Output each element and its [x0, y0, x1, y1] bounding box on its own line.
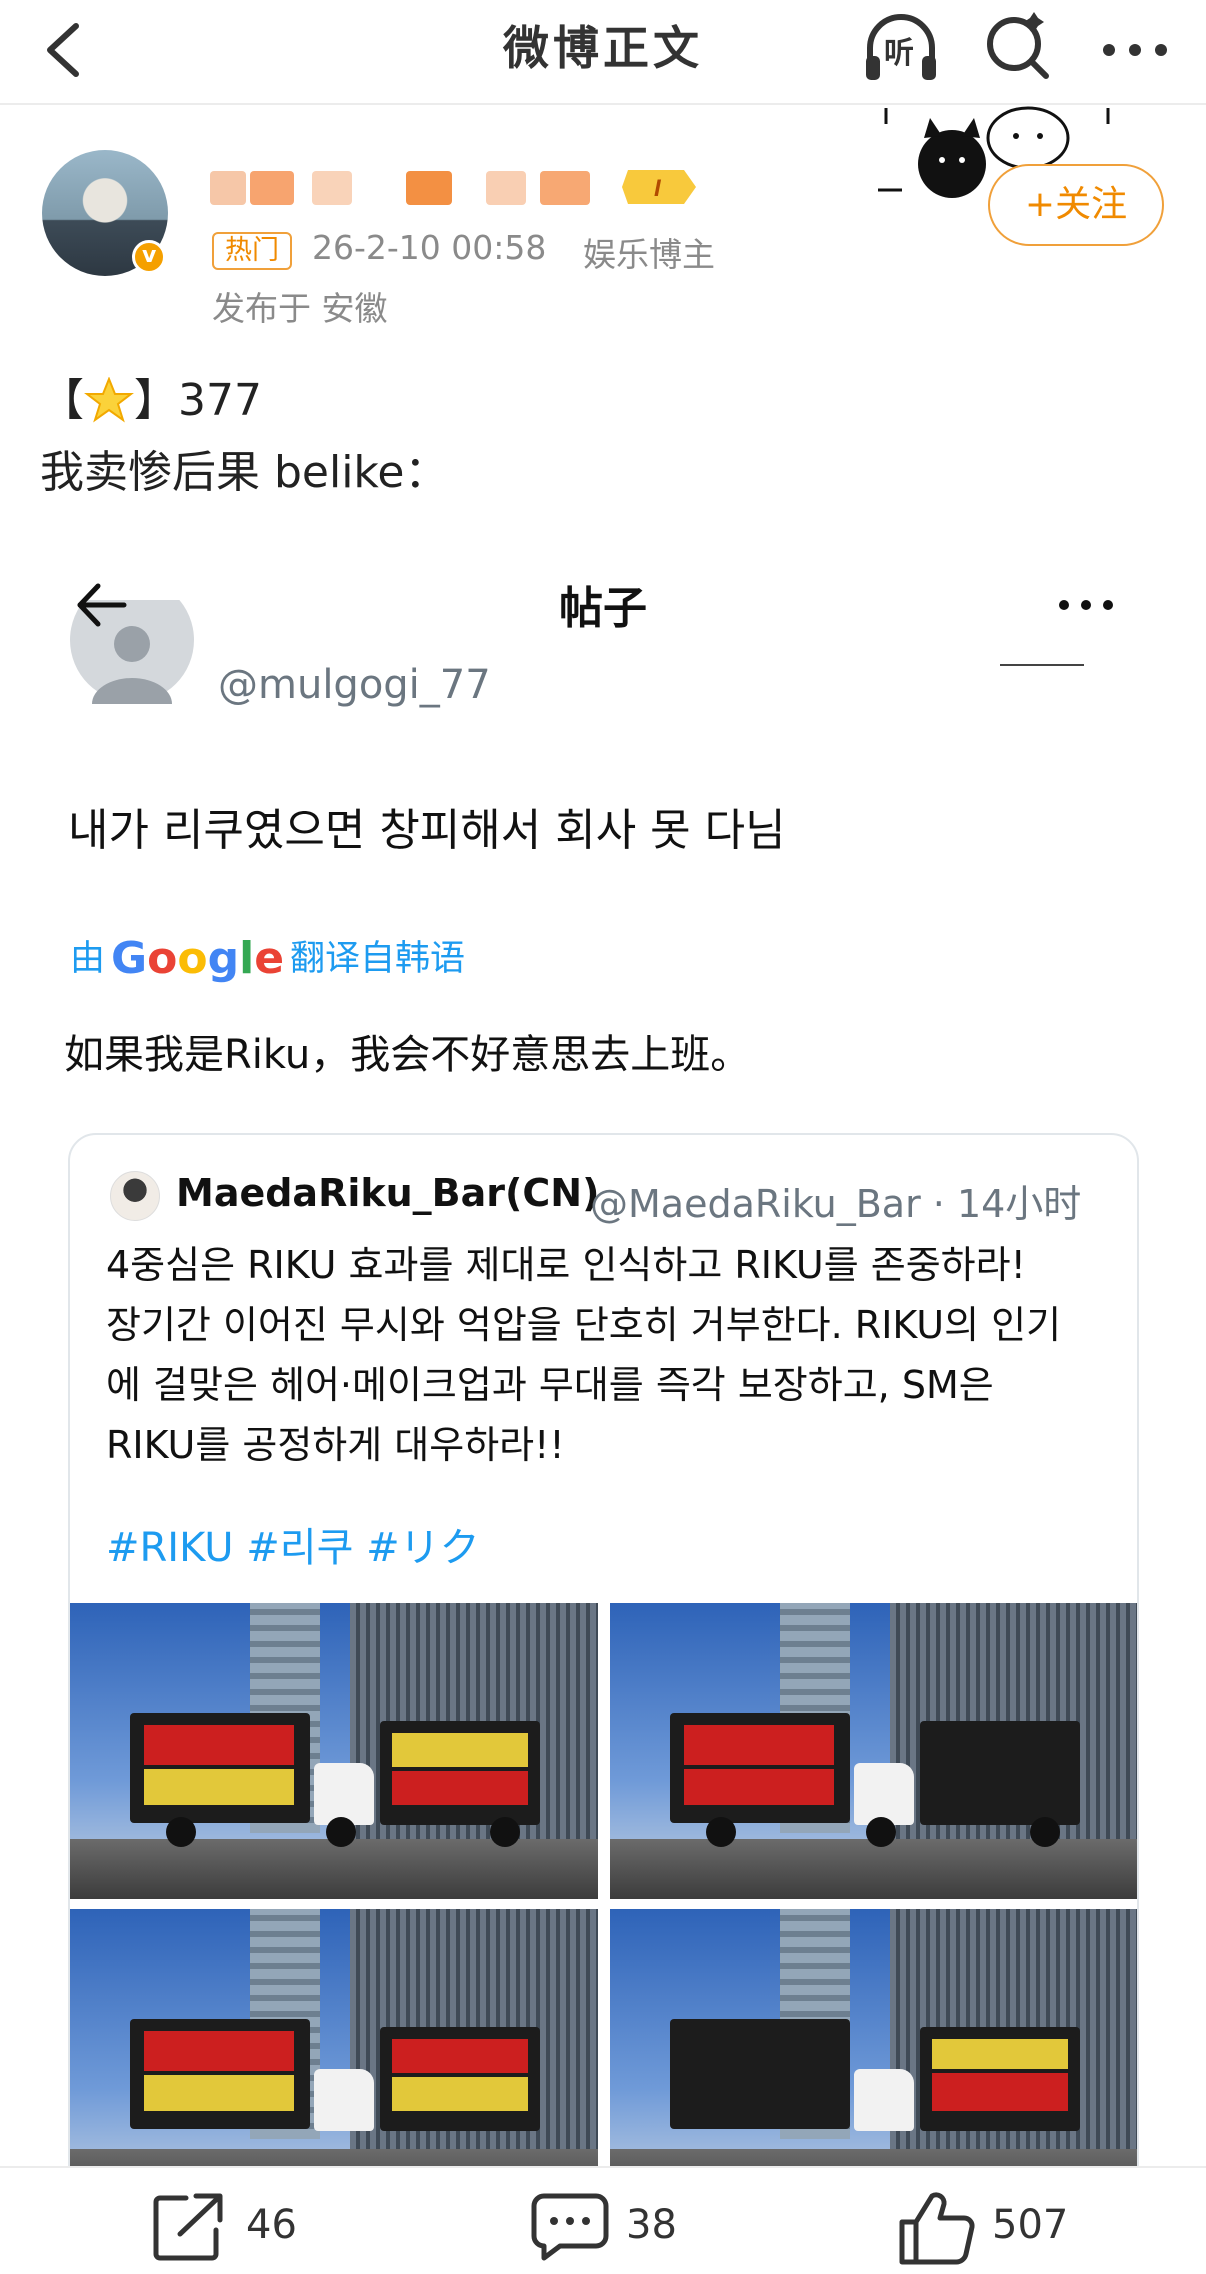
- ad-truck-photo: [70, 1909, 598, 2209]
- quoted-line: RIKU를 공정하게 대우하라!!: [106, 1423, 565, 1467]
- quoted-user-name: MaedaRiku_Bar(CN): [176, 1171, 600, 1215]
- embedded-translation: 如果我是Riku，我会不好意思去上班。: [64, 1032, 751, 1078]
- comment-button[interactable]: 38: [530, 2186, 730, 2266]
- ad-truck-photo: [610, 1909, 1137, 2209]
- quoted-hashtags: #RIKU #리쿠 #リク: [106, 1525, 480, 1571]
- search-icon[interactable]: [978, 8, 1058, 88]
- embedded-user-handle: @mulgogi_77: [218, 662, 491, 708]
- ad-truck-photo: [610, 1603, 1137, 1899]
- comment-icon: [531, 2193, 609, 2261]
- more-options-icon[interactable]: [1095, 10, 1175, 90]
- verified-badge-icon: v: [132, 240, 166, 274]
- translate-prefix: 由: [70, 939, 106, 979]
- quoted-post-card: MaedaRiku_Bar(CN) @MaedaRiku_Bar · 14小时 …: [68, 1133, 1139, 2274]
- embedded-nav-title: 帖子: [559, 583, 647, 634]
- embedded-divider: [1000, 664, 1084, 666]
- post-number: 】377: [134, 375, 262, 426]
- post-text-line1: 【】377: [40, 364, 262, 428]
- quoted-user-avatar: [110, 1171, 160, 1221]
- translate-suffix: 翻译自韩语: [290, 939, 466, 979]
- comment-count: 38: [626, 2202, 677, 2248]
- quoted-line: 4중심은 RIKU 효과를 제대로 인식하고 RIKU를 존중하라!: [106, 1243, 1026, 1287]
- post-timestamp: 26-2-10 00:58: [312, 228, 547, 267]
- repost-button[interactable]: 46: [150, 2186, 350, 2266]
- embedded-more-icon: [1050, 575, 1122, 635]
- top-nav-bar: 微博正文 听: [0, 0, 1206, 105]
- ad-truck-photo: [70, 1603, 598, 1899]
- quoted-post-text: 4중심은 RIKU 효과를 제대로 인식하고 RIKU를 존중하라! 장기간 이…: [106, 1235, 1116, 1475]
- author-role: 娱乐博主: [583, 235, 715, 274]
- follow-button[interactable]: +关注: [988, 164, 1164, 246]
- translation-attribution: 由 Google 翻译自韩语: [70, 930, 465, 984]
- quoted-user-handle: @MaedaRiku_Bar · 14小时: [590, 1182, 1082, 1226]
- hot-tag: 热门: [212, 232, 292, 270]
- like-button[interactable]: 507: [896, 2186, 1116, 2266]
- listen-headphones-icon[interactable]: 听: [860, 8, 942, 90]
- post-location: 发布于 安徽: [212, 289, 388, 328]
- embedded-korean-text: 내가 리쿠였으면 창피해서 회사 못 다님: [68, 805, 786, 856]
- repost-icon: [153, 2193, 223, 2261]
- username-redacted[interactable]: [210, 165, 610, 209]
- like-thumb-icon: [899, 2192, 975, 2265]
- bracket-open: 【: [40, 375, 84, 426]
- listen-label: 听: [884, 36, 914, 71]
- bottom-action-bar: 46 38 507: [0, 2166, 1206, 2274]
- post-text-line2: 我卖惨后果 belike：: [40, 447, 449, 498]
- quoted-line: 장기간 이어진 무시와 억압을 단호히 거부한다. RIKU의 인기: [106, 1303, 1062, 1347]
- google-logo: Google: [111, 933, 285, 984]
- level-badge-icon: I: [620, 168, 698, 206]
- star-emoji-icon: [84, 376, 134, 423]
- like-count: 507: [992, 2202, 1069, 2248]
- quoted-line: 에 걸맞은 헤어·메이크업과 무대를 즉각 보장하고, SM은: [106, 1363, 994, 1407]
- repost-count: 46: [246, 2202, 297, 2248]
